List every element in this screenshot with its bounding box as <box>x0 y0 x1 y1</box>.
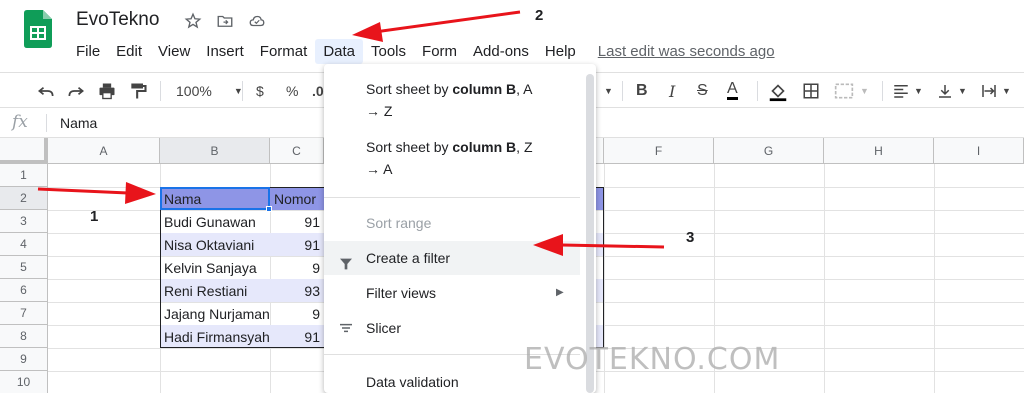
paint-format-icon[interactable] <box>128 80 148 102</box>
column-header-b[interactable]: B <box>160 138 270 164</box>
row-header-4[interactable]: 4 <box>0 233 48 256</box>
menu-sort-sheet-z-a[interactable]: Sort sheet by column B, Z → A <box>324 136 580 180</box>
slicer-label: Slicer <box>366 320 402 336</box>
row-header-8[interactable]: 8 <box>0 325 48 348</box>
star-icon[interactable] <box>184 12 202 30</box>
last-edit-link[interactable]: Last edit was seconds ago <box>598 43 775 60</box>
percent-button[interactable]: % <box>286 80 298 102</box>
menu-bar: File Edit View Insert Format Data Tools … <box>68 38 775 64</box>
app-header: EvoTekno File Edit View Insert Format Da… <box>0 0 1024 68</box>
formula-input[interactable]: Nama <box>60 115 97 131</box>
menu-add-ons[interactable]: Add-ons <box>465 39 537 64</box>
column-header-h[interactable]: H <box>824 138 934 164</box>
active-cell-outline <box>160 187 270 210</box>
bold-button[interactable]: B <box>636 80 648 102</box>
menu-filter-views[interactable]: Filter views ▶ <box>324 282 580 304</box>
menu-insert[interactable]: Insert <box>198 39 252 64</box>
row-header-6[interactable]: 6 <box>0 279 48 302</box>
row-header-2[interactable]: 2 <box>0 187 48 210</box>
column-header-a[interactable]: A <box>48 138 160 164</box>
decimal-button[interactable]: .0 <box>312 80 324 102</box>
zoom-value: 100% <box>176 83 212 99</box>
filter-icon <box>338 250 354 284</box>
fx-label: fx <box>12 112 28 132</box>
print-icon[interactable] <box>97 80 117 102</box>
row-header-10[interactable]: 10 <box>0 371 48 393</box>
column-header-e[interactable] <box>596 138 604 164</box>
annotation-number-2: 2 <box>535 7 544 24</box>
sort-az-suffix: , A <box>516 81 533 97</box>
italic-button[interactable]: I <box>669 80 675 102</box>
menu-help[interactable]: Help <box>537 39 584 64</box>
menu-sort-range: Sort range <box>366 215 432 231</box>
annotation-number-3: 3 <box>686 229 695 246</box>
currency-button[interactable]: $ <box>256 80 264 102</box>
table-border-right <box>596 187 604 348</box>
menu-tools[interactable]: Tools <box>363 39 414 64</box>
text-color-button[interactable]: A <box>727 80 738 100</box>
sort-az-line2: → Z <box>366 103 393 119</box>
row-header-5[interactable]: 5 <box>0 256 48 279</box>
redo-icon[interactable] <box>66 80 86 102</box>
zoom-select[interactable]: 100% ▼ <box>176 80 243 102</box>
column-header-g[interactable]: G <box>714 138 824 164</box>
sort-za-line2: → A <box>366 161 393 177</box>
menu-edit[interactable]: Edit <box>108 39 150 64</box>
fill-color-icon[interactable] <box>767 80 789 102</box>
undo-icon[interactable] <box>36 80 56 102</box>
sort-za-suffix: , Z <box>516 139 533 155</box>
column-header-f[interactable]: F <box>604 138 714 164</box>
cloud-saved-icon[interactable] <box>248 12 266 30</box>
menu-data[interactable]: Data <box>315 38 363 64</box>
create-filter-label: Create a filter <box>366 250 451 266</box>
vertical-align-icon[interactable]: ▼ <box>936 80 967 102</box>
text-wrap-icon[interactable]: ▼ <box>980 80 1011 102</box>
row-header-1[interactable]: 1 <box>0 164 48 187</box>
merge-dropdown-icon: ▼ <box>860 86 869 96</box>
borders-icon[interactable] <box>802 80 820 102</box>
row-header-9[interactable]: 9 <box>0 348 48 371</box>
row-header-3[interactable]: 3 <box>0 210 48 233</box>
toolbar-more-icon[interactable]: ▼ <box>604 80 613 102</box>
slicer-icon <box>338 320 354 342</box>
align-left-icon[interactable]: ▼ <box>892 80 923 102</box>
fill-handle[interactable] <box>266 206 272 212</box>
select-all-corner[interactable] <box>0 138 48 164</box>
sort-az-column: column B <box>452 81 517 97</box>
sheets-logo-icon[interactable] <box>24 10 52 48</box>
strikethrough-button[interactable]: S <box>697 80 708 102</box>
document-title[interactable]: EvoTekno <box>76 9 159 31</box>
menu-create-filter[interactable]: Create a filter <box>324 241 580 275</box>
menu-view[interactable]: View <box>150 39 198 64</box>
column-header-i[interactable]: I <box>934 138 1024 164</box>
filter-views-label: Filter views <box>366 285 437 301</box>
merge-cells-icon[interactable]: ▼ <box>834 80 869 102</box>
sort-az-prefix: Sort sheet by <box>366 81 453 97</box>
watermark: EVOTEKNO.COM <box>524 342 781 377</box>
annotation-number-1: 1 <box>90 208 99 225</box>
menu-format[interactable]: Format <box>252 39 316 64</box>
move-to-folder-icon[interactable] <box>216 12 234 30</box>
table-border <box>160 187 325 348</box>
sort-za-prefix: Sort sheet by <box>366 139 453 155</box>
column-header-c[interactable]: C <box>270 138 324 164</box>
menu-slicer[interactable]: Slicer <box>324 317 580 339</box>
menu-form[interactable]: Form <box>414 39 465 64</box>
menu-sort-sheet-a-z[interactable]: Sort sheet by column B, A → Z <box>324 78 580 122</box>
menu-file[interactable]: File <box>68 39 108 64</box>
submenu-arrow-icon: ▶ <box>556 287 564 298</box>
row-header-7[interactable]: 7 <box>0 302 48 325</box>
sort-za-column: column B <box>452 139 517 155</box>
